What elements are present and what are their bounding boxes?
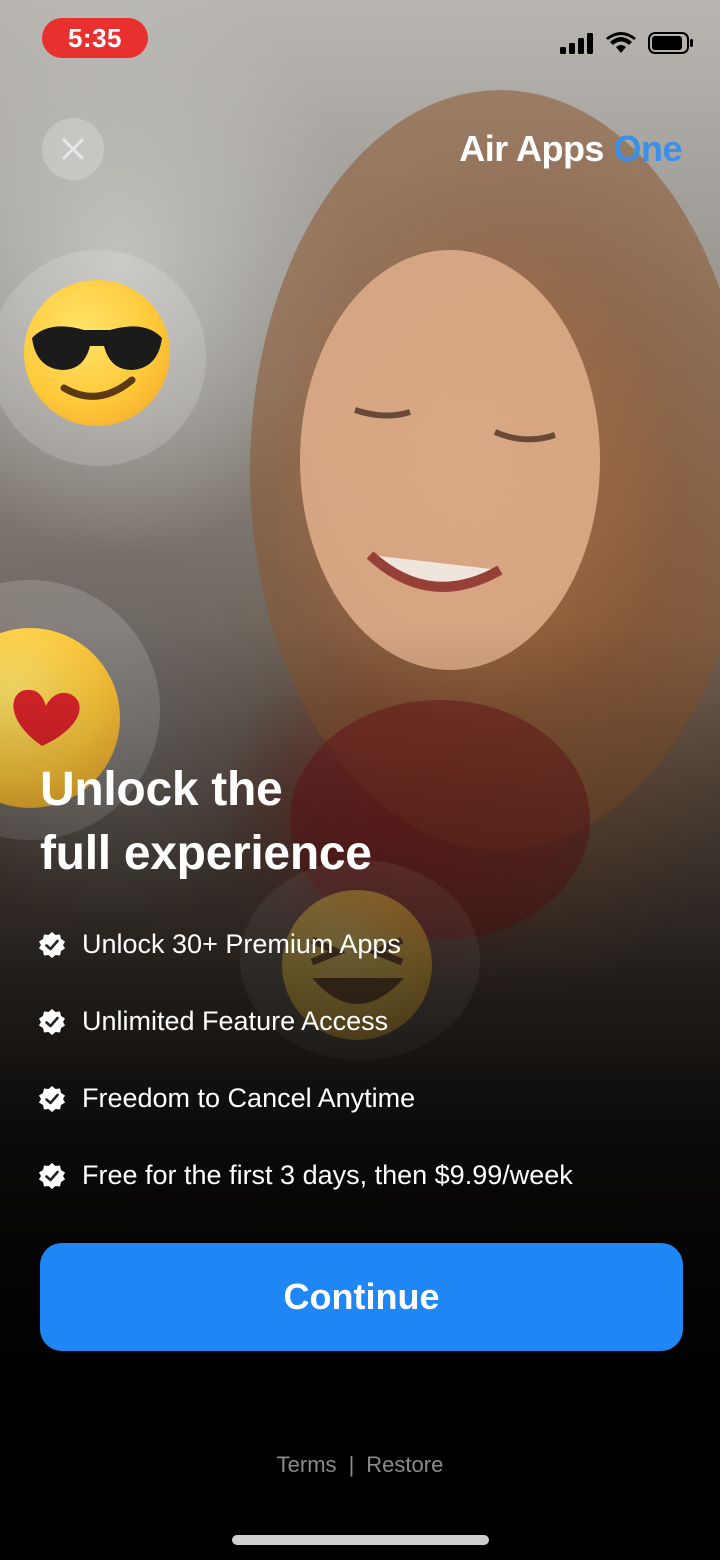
cellular-signal-icon bbox=[560, 33, 593, 54]
status-time-label: 5:35 bbox=[67, 22, 123, 53]
feature-item: Free for the first 3 days, then $9.99/we… bbox=[38, 1137, 698, 1214]
footer-links: Terms | Restore bbox=[0, 1452, 720, 1478]
verified-check-icon bbox=[39, 931, 65, 958]
continue-button[interactable]: Continue bbox=[40, 1243, 683, 1351]
feature-item: Unlock 30+ Premium Apps bbox=[38, 906, 698, 983]
verified-check-icon bbox=[39, 1085, 65, 1112]
brand-name: Air Apps bbox=[459, 128, 604, 169]
verified-check-icon bbox=[39, 1162, 65, 1189]
page-title: Unlock the full experience bbox=[40, 758, 600, 886]
feature-label: Unlock 30+ Premium Apps bbox=[82, 929, 401, 959]
restore-link[interactable]: Restore bbox=[366, 1452, 443, 1478]
wifi-icon bbox=[606, 32, 636, 53]
battery-icon bbox=[648, 32, 693, 54]
feature-label: Freedom to Cancel Anytime bbox=[82, 1083, 416, 1113]
footer-separator: | bbox=[348, 1452, 355, 1477]
feature-item: Freedom to Cancel Anytime bbox=[38, 1060, 698, 1137]
feature-label: Unlimited Feature Access bbox=[82, 1006, 389, 1036]
headline-line-2: full experience bbox=[40, 827, 372, 880]
feature-list: Unlock 30+ Premium Apps Unlimited Featur… bbox=[38, 906, 698, 1214]
home-indicator[interactable] bbox=[232, 1535, 489, 1545]
headline-line-1: Unlock the bbox=[40, 763, 283, 816]
feature-label: Free for the first 3 days, then $9.99/we… bbox=[82, 1160, 573, 1190]
close-icon bbox=[62, 138, 84, 160]
close-button[interactable] bbox=[42, 118, 104, 180]
brand-logo: Air Apps One bbox=[459, 128, 682, 170]
brand-accent: One bbox=[613, 128, 682, 169]
status-time: 5:35 bbox=[42, 18, 148, 58]
paywall-screen: 5:35 Air Apps One Unlock the full experi… bbox=[0, 0, 720, 1560]
terms-link[interactable]: Terms bbox=[277, 1452, 337, 1478]
verified-check-icon bbox=[39, 1008, 65, 1035]
status-icons bbox=[560, 26, 694, 60]
sunglasses-emoji bbox=[24, 280, 170, 426]
feature-item: Unlimited Feature Access bbox=[38, 983, 698, 1060]
